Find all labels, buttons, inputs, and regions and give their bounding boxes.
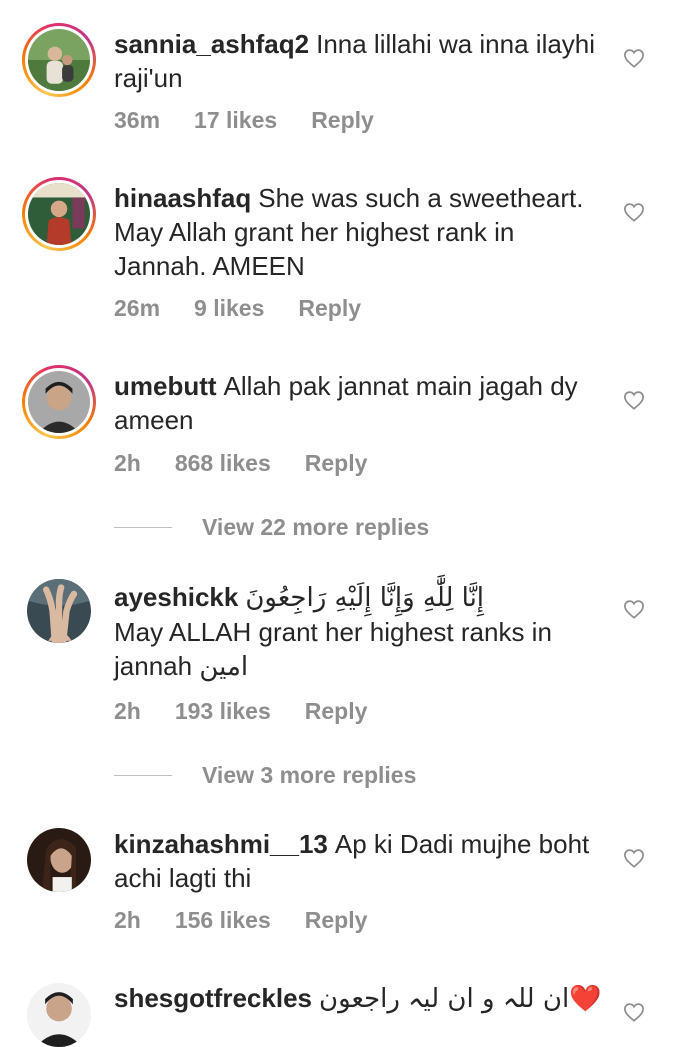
comment-username[interactable]: shesgotfreckles	[114, 983, 312, 1013]
comment-username[interactable]: ayeshickk	[114, 582, 238, 612]
comment-body: May ALLAH grant her highest ranks in jan…	[114, 617, 552, 681]
comment-body-tail: امين	[199, 652, 249, 682]
heart-emoji-icon: ❤️	[569, 983, 602, 1013]
comment-likes[interactable]: 193 likes	[175, 698, 271, 724]
avatar	[28, 371, 90, 433]
reply-button[interactable]: Reply	[305, 698, 368, 724]
view-more-replies-label: View 22 more replies	[202, 514, 430, 540]
comment-text-block: shesgotfreckles ان للہ و ان لیہ راجعون❤️	[114, 981, 608, 1016]
comment-meta: 26m 9 likes Reply	[114, 295, 395, 322]
comment-likes[interactable]: 17 likes	[194, 107, 277, 133]
divider-line	[114, 775, 172, 776]
comment-time: 36m	[114, 107, 161, 133]
view-more-replies-label: View 3 more replies	[202, 762, 417, 788]
avatar[interactable]	[27, 983, 91, 1047]
comment-body-arabic: إِنَّا لِلَّٰهِ وَإِنَّا إِلَيْهِ رَاجِع…	[245, 583, 485, 613]
reply-button[interactable]: Reply	[311, 107, 374, 133]
comment-meta: 2h 156 likes Reply	[114, 907, 401, 934]
avatar-image	[27, 828, 91, 892]
avatar-story-ring[interactable]	[22, 23, 96, 97]
avatar-story-ring[interactable]	[22, 177, 96, 251]
comment-username[interactable]: kinzahashmi__13	[114, 829, 328, 859]
comment-likes[interactable]: 9 likes	[194, 295, 264, 321]
avatar[interactable]	[27, 579, 91, 643]
heart-outline-icon[interactable]	[623, 599, 645, 619]
heart-outline-icon[interactable]	[623, 390, 645, 410]
comment-text-block: ayeshickk إِنَّا لِلَّٰهِ وَإِنَّا إِلَيْ…	[114, 580, 608, 684]
comment-likes[interactable]: 156 likes	[175, 907, 271, 933]
avatar-image	[27, 983, 91, 1047]
heart-outline-icon[interactable]	[623, 202, 645, 222]
comment-text-block: kinzahashmi__13 Ap ki Dadi mujhe boht ach…	[114, 827, 608, 895]
comment-meta: 2h 868 likes Reply	[114, 450, 401, 477]
comment-time: 26m	[114, 295, 161, 321]
heart-outline-icon[interactable]	[623, 1002, 645, 1022]
avatar-story-ring[interactable]	[22, 365, 96, 439]
comment-username[interactable]: umebutt	[114, 371, 217, 401]
heart-outline-icon[interactable]	[623, 48, 645, 68]
reply-button[interactable]: Reply	[298, 295, 361, 321]
comment-text-block: sannia_ashfaq2 Inna lillahi wa inna ilayh…	[114, 27, 608, 95]
reply-button[interactable]: Reply	[305, 450, 368, 476]
comment-text-block: hinaashfaq She was such a sweetheart. May…	[114, 181, 608, 283]
reply-button[interactable]: Reply	[305, 907, 368, 933]
comment-likes[interactable]: 868 likes	[175, 450, 271, 476]
view-more-replies-button[interactable]: View 22 more replies	[114, 514, 429, 541]
heart-outline-icon[interactable]	[623, 848, 645, 868]
avatar	[28, 29, 90, 91]
view-more-replies-button[interactable]: View 3 more replies	[114, 762, 416, 789]
comment-body-arabic: ان للہ و ان لیہ راجعون	[318, 984, 570, 1014]
avatar[interactable]	[27, 828, 91, 892]
divider-line	[114, 527, 172, 528]
avatar-image	[27, 579, 91, 643]
comment-username[interactable]: hinaashfaq	[114, 183, 251, 213]
comment-username[interactable]: sannia_ashfaq2	[114, 29, 309, 59]
comment-time: 2h	[114, 907, 141, 933]
comment-meta: 2h 193 likes Reply	[114, 698, 401, 725]
comment-meta: 36m 17 likes Reply	[114, 107, 408, 134]
avatar	[28, 183, 90, 245]
comment-time: 2h	[114, 698, 141, 724]
comment-text-block: umebutt Allah pak jannat main jagah dy am…	[114, 369, 608, 437]
comment-time: 2h	[114, 450, 141, 476]
